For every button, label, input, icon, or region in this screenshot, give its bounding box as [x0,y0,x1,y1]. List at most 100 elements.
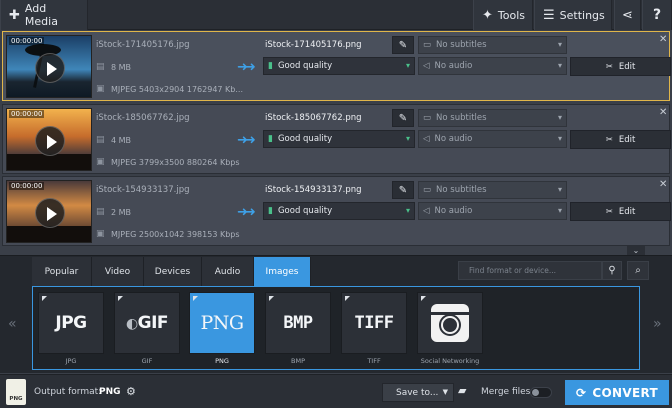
device-detect-icon: ⌕ [635,265,641,276]
tab-images[interactable]: Images [254,257,311,286]
subtitles-select[interactable]: ▭ No subtitles ▾ [418,36,567,54]
audio-select[interactable]: ◁ No audio ▾ [418,57,567,75]
rename-button[interactable]: ✎ [392,109,414,127]
quality-select[interactable]: ▮ Good quality ▾ [263,130,415,148]
source-codec-info: MJPEG 3799x3500 880264 Kbps [111,158,240,167]
add-media-button[interactable]: ✚ Add Media [0,0,88,30]
file-row[interactable]: 00:00:00 iStock-185067762.jpg ▤ 4 MB ▣ M… [2,104,671,174]
output-format-value: PNG [99,387,121,397]
subtitles-select[interactable]: ▭ No subtitles ▾ [418,181,567,199]
format-tile-bmp[interactable]: BMP [265,292,331,354]
help-icon: ? [652,7,662,23]
format-label: GIF [141,357,153,365]
plus-icon: ✚ [9,7,20,23]
quality-select[interactable]: ▮ Good quality ▾ [263,57,415,75]
file-thumbnail[interactable]: 00:00:00 [6,180,92,243]
remove-file-icon[interactable]: ✕ [659,179,667,190]
pencil-icon: ✎ [398,39,408,51]
tab-audio[interactable]: Audio [202,257,254,286]
chevron-down-icon: ▾ [557,185,562,194]
format-tile-tiff[interactable]: TIFF [341,292,407,354]
source-codec-info: MJPEG 5403x2904 1762947 Kb... [111,85,244,94]
scissors-icon: ✂ [605,134,613,145]
merge-files-toggle[interactable] [530,387,552,398]
edit-button[interactable]: ✂ Edit [570,202,671,221]
chevron-down-icon: ▾ [405,206,410,215]
play-button[interactable] [35,198,65,228]
audio-value: No audio [434,134,473,144]
tools-label: Tools [497,8,526,22]
tiff-logo: TIFF [354,313,394,333]
tools-button[interactable]: ✦ Tools [473,0,533,30]
convert-button[interactable]: ⟳ CONVERT [565,380,669,405]
format-tile-jpg[interactable]: JPG [38,292,104,354]
format-tile-gif[interactable]: ◐GIF [114,292,180,354]
play-button[interactable] [35,53,65,83]
audio-select[interactable]: ◁ No audio ▾ [418,130,567,148]
audio-select[interactable]: ◁ No audio ▾ [418,202,567,220]
share-button[interactable]: ⋖ [614,0,641,30]
output-file-name: iStock-185067762.png [265,113,362,123]
output-format-icon: PNG [6,379,26,405]
save-to-dropdown[interactable]: Save to... ▼ [382,383,454,402]
rename-button[interactable]: ✎ [392,36,414,54]
source-file-name: iStock-171405176.jpg [96,40,190,50]
thumbnail-time: 00:00:00 [9,110,45,118]
output-format-label: Output format: [34,387,102,397]
collapse-panel-button[interactable]: ⌄ [627,246,645,255]
edit-button[interactable]: ✂ Edit [570,130,671,149]
remove-file-icon[interactable]: ✕ [659,107,667,118]
jpg-logo: JPG [55,313,87,333]
remove-file-icon[interactable]: ✕ [659,34,667,45]
quality-select[interactable]: ▮ Good quality ▾ [263,202,415,220]
subtitles-select[interactable]: ▭ No subtitles ▾ [418,109,567,127]
tab-popular[interactable]: Popular [32,257,92,286]
format-tabs: Popular Video Devices Audio Images [32,257,311,286]
format-panel: Popular Video Devices Audio Images Find … [0,255,672,373]
convert-arrow-icon: ➜➜ [237,60,256,75]
document-icon: ▮ [268,134,273,144]
scissors-icon: ✂ [605,206,613,217]
chevron-down-icon: ▾ [405,134,410,143]
format-grid: JPG JPG ◐GIF GIF PNG PNG BMP BMP TIFF TI… [32,286,640,370]
format-tile-png[interactable]: PNG [189,292,255,354]
camera-icon [431,304,469,342]
file-row[interactable]: 00:00:00 iStock-154933137.jpg ▤ 2 MB ▣ M… [2,176,671,246]
quality-value: Good quality [277,206,333,216]
top-toolbar: ✚ Add Media ✦ Tools ☰ Settings ⋖ ? [0,0,672,30]
pencil-icon: ✎ [398,112,408,124]
format-label: TIFF [367,357,381,365]
scroll-left-icon[interactable]: « [8,316,17,332]
rename-button[interactable]: ✎ [392,181,414,199]
help-button[interactable]: ? [642,0,672,30]
subtitles-icon: ▭ [423,113,432,123]
edit-button[interactable]: ✂ Edit [570,57,671,76]
format-search-input[interactable]: Find format or device... [458,261,602,280]
subtitles-value: No subtitles [436,113,487,123]
settings-button[interactable]: ☰ Settings [534,0,612,30]
merge-files-label: Merge files: [481,387,534,397]
scroll-right-icon[interactable]: » [653,316,662,332]
tab-devices[interactable]: Devices [144,257,202,286]
scissors-icon: ✂ [605,61,613,72]
speaker-icon: ◁ [423,61,430,71]
source-file-name: iStock-185067762.jpg [96,113,190,123]
file-thumbnail[interactable]: 00:00:00 [6,35,92,98]
gif-logo: ◐GIF [125,313,169,333]
play-button[interactable] [35,126,65,156]
search-button[interactable]: ⚲ [602,261,622,280]
detect-device-button[interactable]: ⌕ [627,261,649,280]
gear-icon[interactable]: ⚙ [126,385,136,398]
bottom-bar: PNG Output format: PNG ⚙ Save to... ▼ ▰ … [0,374,672,408]
source-file-name: iStock-154933137.jpg [96,185,190,195]
tab-video[interactable]: Video [92,257,144,286]
quality-value: Good quality [277,61,333,71]
file-thumbnail[interactable]: 00:00:00 [6,108,92,171]
settings-icon: ☰ [543,7,555,23]
convert-icon: ⟳ [576,385,587,400]
file-row[interactable]: 00:00:00 iStock-171405176.jpg ▤ 8 MB ▣ M… [2,31,671,101]
settings-label: Settings [559,8,605,22]
format-label: BMP [291,357,305,365]
folder-icon[interactable]: ▰ [458,384,466,397]
format-tile-social-networking[interactable] [417,292,483,354]
